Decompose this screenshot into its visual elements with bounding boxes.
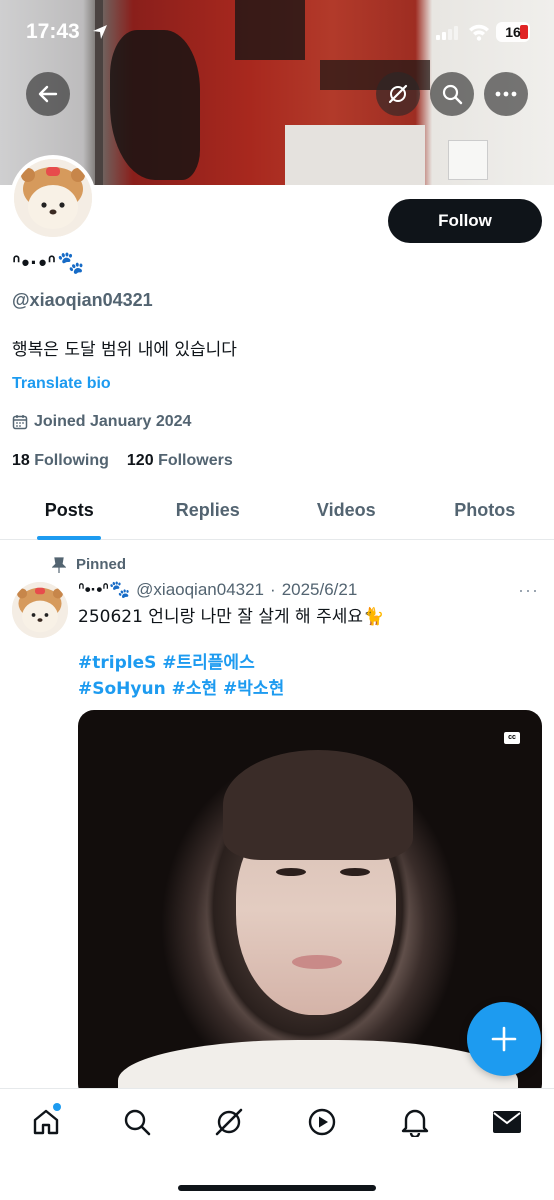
follow-button[interactable]: Follow bbox=[388, 199, 542, 243]
mail-icon bbox=[493, 1111, 521, 1133]
post-separator: · bbox=[270, 580, 276, 599]
followers-label: Followers bbox=[158, 452, 233, 469]
battery-level: 16 bbox=[505, 24, 521, 40]
hashtag-line[interactable]: #tripleS #트리플에스 bbox=[78, 650, 284, 676]
nav-video[interactable] bbox=[305, 1105, 339, 1139]
pinned-indicator: Pinned bbox=[52, 556, 126, 573]
nav-grok[interactable] bbox=[212, 1105, 246, 1139]
post-text: 250621 언니랑 나만 잘 살게 해 주세요🐈 bbox=[78, 607, 385, 627]
post-hashtags: #tripleS #트리플에스 #SoHyun #소현 #박소현 bbox=[78, 650, 284, 702]
joined-date: Joined January 2024 bbox=[12, 413, 191, 431]
tab-videos[interactable]: Videos bbox=[277, 488, 416, 539]
followers-count: 120 bbox=[126, 452, 154, 469]
search-icon bbox=[442, 84, 463, 105]
active-tab-indicator bbox=[37, 536, 102, 540]
follow-stats: 18 Following 120 Followers bbox=[12, 452, 233, 470]
more-options-button[interactable] bbox=[484, 72, 528, 116]
pin-icon bbox=[52, 556, 66, 573]
tab-label: Photos bbox=[454, 500, 516, 520]
search-button[interactable] bbox=[430, 72, 474, 116]
plus-icon bbox=[491, 1026, 517, 1052]
banner-plaque bbox=[448, 140, 488, 180]
joined-text: Joined January 2024 bbox=[34, 413, 192, 430]
nav-notifications[interactable] bbox=[398, 1105, 432, 1139]
profile-bio: 행복은 도달 범위 내에 있습니다 bbox=[12, 340, 237, 360]
grok-button[interactable] bbox=[376, 72, 420, 116]
wifi-icon bbox=[469, 24, 489, 41]
following-link[interactable]: 18 Following bbox=[12, 452, 109, 470]
notification-dot bbox=[53, 1103, 61, 1111]
followers-link[interactable]: 120 Followers bbox=[127, 452, 233, 470]
calendar-icon bbox=[12, 415, 28, 430]
profile-handle: @xiaoqian04321 bbox=[12, 290, 153, 310]
cellular-signal-icon bbox=[436, 26, 458, 40]
video-frame-shape bbox=[223, 750, 413, 860]
profile-tabs: Posts Replies Videos Photos bbox=[0, 488, 554, 540]
play-icon bbox=[308, 1108, 336, 1136]
bear-avatar-icon bbox=[14, 159, 92, 237]
tab-label: Videos bbox=[316, 500, 376, 520]
status-bar: 17:43 16 bbox=[0, 0, 554, 64]
compose-post-button[interactable] bbox=[467, 1002, 541, 1076]
pinned-label: Pinned bbox=[76, 556, 127, 573]
profile-display-name: ᐢ•·•ᐢ🐾 bbox=[12, 250, 86, 275]
back-button[interactable] bbox=[26, 72, 70, 116]
home-icon bbox=[33, 1109, 59, 1135]
translate-bio-link[interactable]: Translate bio bbox=[12, 375, 111, 393]
back-arrow-icon bbox=[38, 85, 58, 103]
profile-avatar[interactable] bbox=[10, 155, 96, 241]
tab-posts[interactable]: Posts bbox=[0, 488, 139, 540]
home-indicator bbox=[178, 1185, 376, 1191]
tab-replies[interactable]: Replies bbox=[139, 488, 278, 539]
bear-avatar-icon bbox=[12, 582, 68, 638]
search-icon bbox=[124, 1109, 151, 1136]
post-author-name[interactable]: ᐢ•·•ᐢ🐾 bbox=[78, 580, 130, 600]
nav-messages[interactable] bbox=[490, 1105, 524, 1139]
post-header: ᐢ•·•ᐢ🐾 @xiaoqian04321 · 2025/6/21 bbox=[78, 580, 357, 600]
closed-captions-badge[interactable]: cc bbox=[504, 732, 520, 744]
grok-icon bbox=[215, 1108, 243, 1136]
post-author-handle[interactable]: @xiaoqian04321 bbox=[136, 580, 264, 600]
avatar-image bbox=[14, 159, 92, 237]
hashtag-line[interactable]: #SoHyun #소현 #박소현 bbox=[78, 676, 284, 702]
grok-icon bbox=[388, 84, 408, 104]
bottom-navigation bbox=[0, 1088, 554, 1200]
post-date[interactable]: 2025/6/21 bbox=[282, 580, 358, 600]
banner-art-shape bbox=[285, 125, 425, 185]
tab-label: Replies bbox=[175, 500, 240, 520]
post-more-button[interactable]: ··· bbox=[518, 580, 539, 601]
following-count: 18 bbox=[12, 452, 30, 469]
video-frame-shape bbox=[276, 868, 306, 876]
bell-icon bbox=[401, 1109, 429, 1137]
status-time: 17:43 bbox=[26, 20, 80, 43]
following-label: Following bbox=[34, 452, 109, 469]
video-frame-shape bbox=[292, 955, 342, 969]
tab-photos[interactable]: Photos bbox=[416, 488, 554, 539]
battery-indicator: 16 bbox=[496, 22, 530, 42]
tab-label: Posts bbox=[44, 500, 94, 520]
location-arrow-icon bbox=[93, 25, 107, 39]
post-author-avatar[interactable] bbox=[12, 582, 68, 638]
nav-home[interactable] bbox=[29, 1103, 63, 1139]
video-frame-shape bbox=[340, 868, 370, 876]
nav-search[interactable] bbox=[120, 1105, 154, 1139]
more-icon bbox=[495, 91, 517, 97]
